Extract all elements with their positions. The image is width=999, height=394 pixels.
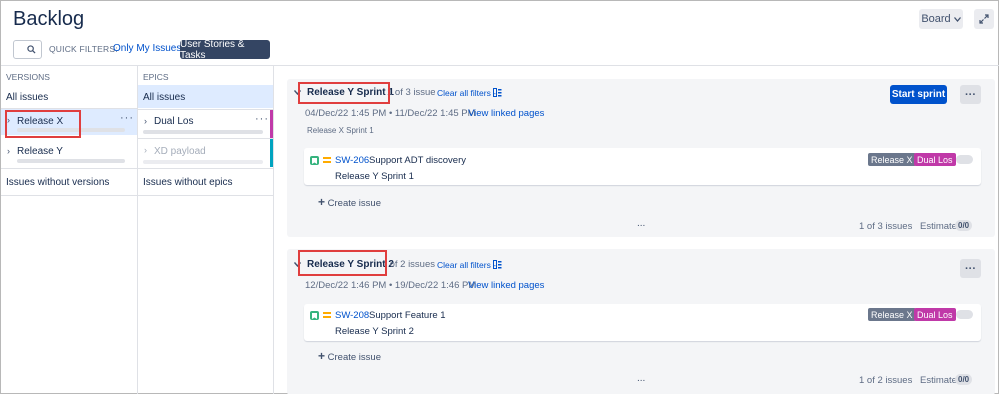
epics-all-issues-row[interactable]: All issues xyxy=(138,85,273,108)
issue-key[interactable]: SW-208 xyxy=(335,310,369,321)
drag-handle-icon[interactable]: ... xyxy=(637,218,645,229)
board-view-icon[interactable] xyxy=(493,260,502,269)
search-input[interactable] xyxy=(13,40,42,59)
more-icon: ··· xyxy=(965,262,976,275)
view-linked-pages-link[interactable]: View linked pages xyxy=(468,280,544,291)
estimate-label: Estimate xyxy=(920,221,957,232)
version-lozenge: Release X xyxy=(868,308,916,321)
more-icon[interactable]: ··· xyxy=(255,113,269,125)
issue-card[interactable]: SW-206 Support ADT discovery Release Y S… xyxy=(304,148,981,185)
create-issue-label: Create issue xyxy=(327,352,381,363)
estimate-badge: 0/0 xyxy=(955,220,973,231)
estimate-toggle[interactable] xyxy=(956,155,973,164)
clear-filters-label: Clear all filters xyxy=(437,260,491,270)
epic-lozenge: Dual Los xyxy=(914,308,956,321)
sprint-goal: Release X Sprint 1 xyxy=(307,126,374,135)
estimate-label: Estimate xyxy=(920,375,957,386)
issue-summary[interactable]: Support ADT discovery xyxy=(369,155,466,166)
epics-all-issues: All issues xyxy=(143,92,186,103)
expand-icon xyxy=(979,14,989,24)
chevron-right-icon: › xyxy=(144,145,147,155)
sprint-panel: Release Y Sprint 2 2 of 2 issues Clear a… xyxy=(287,249,995,394)
epic-label: XD payload xyxy=(154,146,206,157)
view-linked-pages-link[interactable]: View linked pages xyxy=(468,108,544,119)
sprint-actions-button[interactable]: ··· xyxy=(960,85,981,104)
plus-icon: + xyxy=(318,349,326,363)
plus-icon: + xyxy=(318,195,326,209)
search-icon xyxy=(27,45,36,54)
epic-item-xd-payload[interactable]: › XD payload xyxy=(138,139,273,167)
epics-divider xyxy=(273,66,274,394)
clear-filters-link[interactable]: Clear all filters - xyxy=(437,88,496,98)
page-title: Backlog xyxy=(13,8,85,30)
board-view-icon[interactable] xyxy=(493,88,502,97)
version-progress xyxy=(17,159,125,163)
clear-filters-label: Clear all filters xyxy=(437,88,491,98)
create-issue-button[interactable]: + Create issue xyxy=(318,195,381,209)
issue-key[interactable]: SW-206 xyxy=(335,155,369,166)
quick-filters-label: QUICK FILTERS: xyxy=(49,44,118,54)
version-label: Release Y xyxy=(17,146,63,157)
divider xyxy=(138,195,273,196)
sprint-issue-count-text: 2 of 2 issues xyxy=(390,259,435,270)
divider xyxy=(1,168,137,169)
version-lozenge: Release X xyxy=(868,153,916,166)
story-icon xyxy=(310,156,319,165)
estimate-toggle[interactable] xyxy=(956,310,973,319)
start-sprint-button[interactable]: Start sprint xyxy=(890,85,947,104)
issue-sprint: Release Y Sprint 1 xyxy=(335,171,414,182)
epic-lozenge: Dual Los xyxy=(914,153,956,166)
header-divider xyxy=(1,65,999,66)
chevron-right-icon: › xyxy=(144,116,147,126)
epic-item-dual-los[interactable]: › Dual Los ··· xyxy=(138,110,273,138)
epics-heading: EPICS xyxy=(143,72,169,82)
more-icon: ··· xyxy=(965,88,976,101)
priority-medium-icon xyxy=(323,157,331,163)
filter-user-stories-tasks[interactable]: User Stories & Tasks xyxy=(180,39,270,61)
version-item-release-y[interactable]: › Release Y xyxy=(1,140,137,166)
create-issue-button[interactable]: + Create issue xyxy=(318,349,381,363)
priority-medium-icon xyxy=(323,312,331,318)
chevron-right-icon: › xyxy=(7,146,10,156)
footer-issue-count: 1 of 3 issues xyxy=(859,221,913,232)
epic-color-bar xyxy=(270,139,273,167)
epic-label: Dual Los xyxy=(154,116,194,127)
issue-card[interactable]: SW-208 Support Feature 1 Release Y Sprin… xyxy=(304,304,981,341)
filter-only-my-issues[interactable]: Only My Issues xyxy=(113,43,181,54)
issue-summary[interactable]: Support Feature 1 xyxy=(369,310,446,321)
sprint-issue-count: 1 of 3 issues xyxy=(387,87,435,98)
versions-all-issues[interactable]: All issues xyxy=(6,92,48,103)
sprint-issue-count: 2 of 2 issues xyxy=(390,259,435,270)
sprint-dates: 04/Dec/22 1:45 PM • 11/Dec/22 1:45 PM xyxy=(305,108,476,119)
sprint-panel: Release Y Sprint 1 1 of 3 issues Clear a… xyxy=(287,79,995,237)
highlight-box xyxy=(298,250,387,276)
highlight-box xyxy=(5,110,81,138)
chevron-down-icon xyxy=(953,16,961,22)
versions-without[interactable]: Issues without versions xyxy=(6,177,109,188)
clear-filters-link[interactable]: Clear all filters - xyxy=(437,260,496,270)
divider xyxy=(1,195,137,196)
versions-heading: VERSIONS xyxy=(6,72,50,82)
estimate-badge: 0/0 xyxy=(955,374,973,385)
drag-handle-icon[interactable]: ... xyxy=(637,373,645,384)
issue-sprint: Release Y Sprint 2 xyxy=(335,326,414,337)
epic-color-bar xyxy=(270,110,273,138)
epics-without[interactable]: Issues without epics xyxy=(143,177,233,188)
expand-button[interactable] xyxy=(974,9,994,29)
footer-issue-count: 1 of 2 issues xyxy=(859,375,913,386)
sprint-actions-button[interactable]: ··· xyxy=(960,259,981,278)
epic-progress xyxy=(143,160,263,164)
epic-progress xyxy=(143,130,263,134)
create-issue-label: Create issue xyxy=(327,198,381,209)
sprint-dates: 12/Dec/22 1:46 PM • 19/Dec/22 1:46 PM xyxy=(305,280,477,291)
board-button[interactable]: Board xyxy=(919,9,963,29)
highlight-box xyxy=(298,82,390,104)
divider xyxy=(138,168,273,169)
more-icon[interactable]: ··· xyxy=(120,112,134,124)
story-icon xyxy=(310,311,319,320)
board-button-label: Board xyxy=(921,13,951,25)
